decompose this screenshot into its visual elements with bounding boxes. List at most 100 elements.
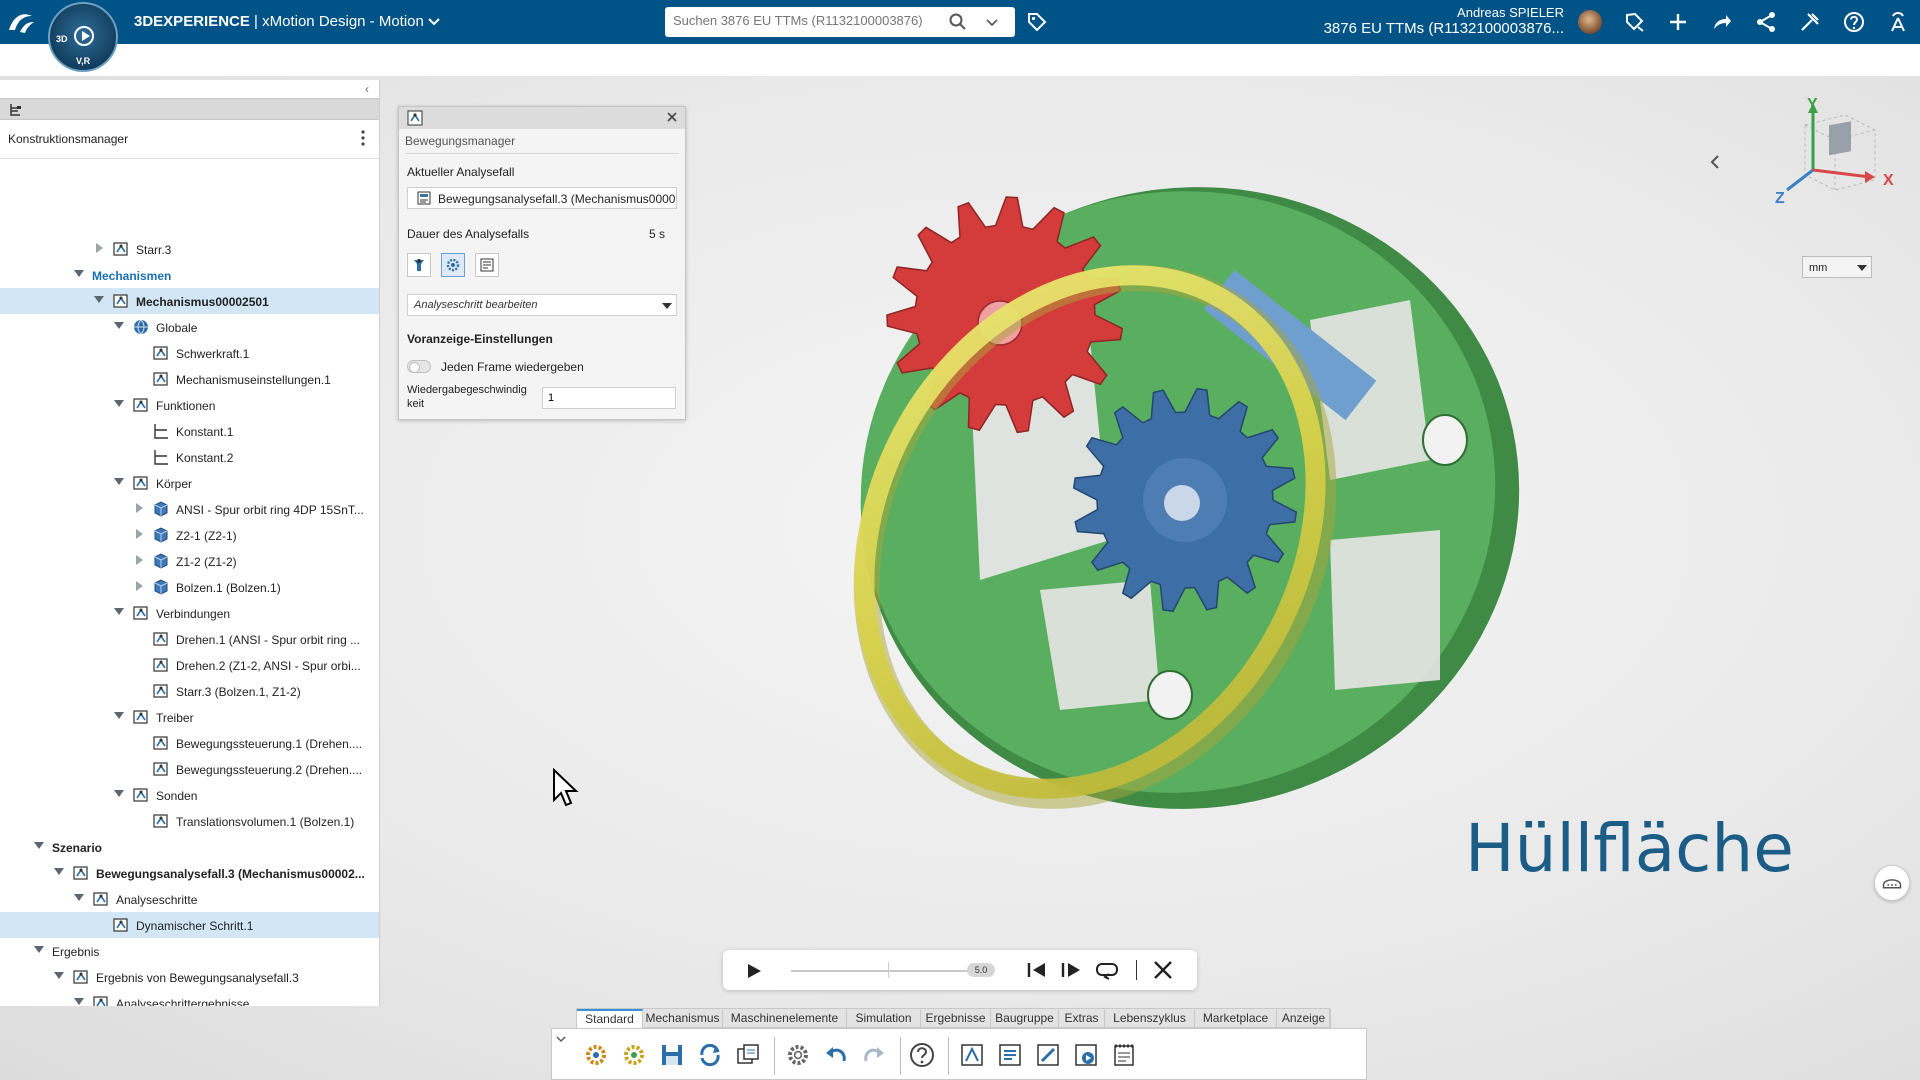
- tree-row[interactable]: Dynamischer Schritt.1: [0, 912, 379, 938]
- more-options-icon[interactable]: [358, 128, 368, 148]
- tools-icon[interactable]: [1798, 10, 1822, 34]
- report-button[interactable]: [475, 253, 499, 277]
- save-icon[interactable]: [658, 1041, 686, 1069]
- tree-row[interactable]: Ergebnis: [0, 938, 379, 964]
- tree-row[interactable]: Bewegungssteuerung.2 (Drehen....: [0, 756, 379, 782]
- timeline-value[interactable]: 5.0: [967, 963, 995, 977]
- timeline-slider[interactable]: [791, 970, 971, 972]
- chevron-down-icon[interactable]: [556, 1035, 566, 1043]
- tree-row[interactable]: Konstant.2: [0, 444, 379, 470]
- collapse-toggle-icon[interactable]: [114, 790, 124, 797]
- tree-row[interactable]: Sonden: [0, 782, 379, 808]
- motion-driver-icon[interactable]: [958, 1041, 986, 1069]
- chevron-left-icon[interactable]: [1706, 150, 1724, 174]
- tree-row[interactable]: Z2-1 (Z2-1): [0, 522, 379, 548]
- collapse-toggle-icon[interactable]: [54, 972, 64, 979]
- workspace-name[interactable]: 3876 EU TTMs (R1132100003876...: [1260, 20, 1564, 37]
- collapse-toggle-icon[interactable]: [74, 894, 84, 901]
- tab-mechanismus[interactable]: Mechanismus: [643, 1009, 723, 1028]
- tree-row[interactable]: Globale: [0, 314, 379, 340]
- collapse-toggle-icon[interactable]: [34, 842, 44, 849]
- tab-ergebnisse[interactable]: Ergebnisse: [921, 1009, 991, 1028]
- current-case-field[interactable]: Bewegungsanalysefall.3 (Mechanismus00002…: [407, 187, 677, 209]
- search-input[interactable]: [673, 13, 963, 28]
- expand-toggle-icon[interactable]: [96, 243, 103, 253]
- collapse-toggle-icon[interactable]: [94, 296, 104, 303]
- antenna-icon[interactable]: [1886, 10, 1910, 34]
- tab-standard[interactable]: Standard: [577, 1009, 643, 1028]
- tree-row[interactable]: Drehen.2 (Z1-2, ANSI - Spur orbi...: [0, 652, 379, 678]
- tree-row[interactable]: Ergebnis von Bewegungsanalysefall.3: [0, 964, 379, 990]
- collapse-toggle-icon[interactable]: [74, 998, 84, 1005]
- expand-toggle-icon[interactable]: [136, 529, 143, 539]
- tree-row[interactable]: Bolzen.1 (Bolzen.1): [0, 574, 379, 600]
- tree-row[interactable]: ANSI - Spur orbit ring 4DP 15SnT...: [0, 496, 379, 522]
- network-share-icon[interactable]: [1754, 10, 1778, 34]
- copy-icon[interactable]: [734, 1041, 762, 1069]
- tree-row[interactable]: Starr.3: [0, 236, 379, 262]
- tree-row[interactable]: Translationsvolumen.1 (Bolzen.1): [0, 808, 379, 834]
- tree-row[interactable]: Starr.3 (Bolzen.1, Z1-2): [0, 678, 379, 704]
- collapse-toggle-icon[interactable]: [54, 868, 64, 875]
- tree-row[interactable]: Treiber: [0, 704, 379, 730]
- panel-header[interactable]: [399, 107, 685, 129]
- tab-anzeige[interactable]: Anzeige: [1277, 1009, 1331, 1028]
- help-icon[interactable]: [1842, 10, 1866, 34]
- tab-baugruppe[interactable]: Baugruppe: [991, 1009, 1059, 1028]
- analysis-case-icon[interactable]: [996, 1041, 1024, 1069]
- chevron-left-icon[interactable]: ‹: [365, 82, 369, 96]
- chat-icon[interactable]: [1874, 865, 1910, 901]
- tree-row[interactable]: Szenario: [0, 834, 379, 860]
- tree-row[interactable]: Mechanismus00002501: [0, 288, 379, 314]
- tag-icon[interactable]: [1026, 11, 1048, 33]
- tree-row[interactable]: Analyseschrittergebnisse: [0, 990, 379, 1006]
- settings-button[interactable]: [441, 253, 465, 277]
- expand-toggle-icon[interactable]: [136, 503, 143, 513]
- gear-icon[interactable]: [784, 1041, 812, 1069]
- tree-structure-icon[interactable]: [8, 102, 24, 118]
- report-icon[interactable]: [1110, 1041, 1138, 1069]
- help-icon[interactable]: [908, 1041, 936, 1069]
- units-select[interactable]: mm: [1802, 256, 1872, 278]
- expand-toggle-icon[interactable]: [136, 555, 143, 565]
- update-icon[interactable]: [696, 1041, 724, 1069]
- chevron-down-icon[interactable]: [983, 13, 1001, 31]
- search-box[interactable]: [665, 7, 1015, 37]
- tree-row[interactable]: Funktionen: [0, 392, 379, 418]
- playback-speed-input[interactable]: [542, 387, 676, 409]
- step-back-icon[interactable]: [1025, 960, 1049, 980]
- ds-logo-icon[interactable]: [6, 8, 36, 36]
- plus-icon[interactable]: [1666, 10, 1690, 34]
- play-icon[interactable]: [745, 962, 763, 980]
- tab-maschinenelemente[interactable]: Maschinenelemente: [723, 1009, 847, 1028]
- share-tag-icon[interactable]: [1622, 10, 1646, 34]
- tree-row[interactable]: Bewegungsanalysefall.3 (Mechanismus00002…: [0, 860, 379, 886]
- user-name[interactable]: Andreas SPIELER: [1400, 5, 1564, 20]
- view-cube[interactable]: Y X Z: [1745, 95, 1905, 225]
- simulate-icon[interactable]: [1072, 1041, 1100, 1069]
- tree-row[interactable]: Mechanismen: [0, 262, 379, 288]
- tree-row[interactable]: Körper: [0, 470, 379, 496]
- avatar[interactable]: [1578, 10, 1602, 34]
- tree-row[interactable]: Analyseschritte: [0, 886, 379, 912]
- tab-lebenszyklus[interactable]: Lebenszyklus: [1105, 1009, 1195, 1028]
- app-title[interactable]: 3DEXPERIENCE | xMotion Design - Motion: [134, 13, 440, 30]
- collapse-toggle-icon[interactable]: [114, 478, 124, 485]
- tree-row[interactable]: Schwerkraft.1: [0, 340, 379, 366]
- tree-row[interactable]: Drehen.1 (ANSI - Spur orbit ring ...: [0, 626, 379, 652]
- tree-row[interactable]: Konstant.1: [0, 418, 379, 444]
- analysis-step-dropdown[interactable]: Analyseschritt bearbeiten: [407, 294, 677, 316]
- undo-icon[interactable]: [822, 1041, 850, 1069]
- play-every-frame-toggle[interactable]: [407, 360, 431, 373]
- compass-widget[interactable]: 3D V,R: [48, 2, 118, 72]
- collapse-toggle-icon[interactable]: [114, 608, 124, 615]
- collapse-toggle-icon[interactable]: [114, 712, 124, 719]
- assembly-gear-icon[interactable]: [620, 1041, 648, 1069]
- mechanism-gear-icon[interactable]: [582, 1041, 610, 1069]
- step-forward-icon[interactable]: [1059, 960, 1083, 980]
- collapse-toggle-icon[interactable]: [114, 400, 124, 407]
- redo-icon[interactable]: [860, 1041, 888, 1069]
- expand-toggle-icon[interactable]: [136, 581, 143, 591]
- motion-driver-button[interactable]: [407, 253, 431, 277]
- sensor-icon[interactable]: [1034, 1041, 1062, 1069]
